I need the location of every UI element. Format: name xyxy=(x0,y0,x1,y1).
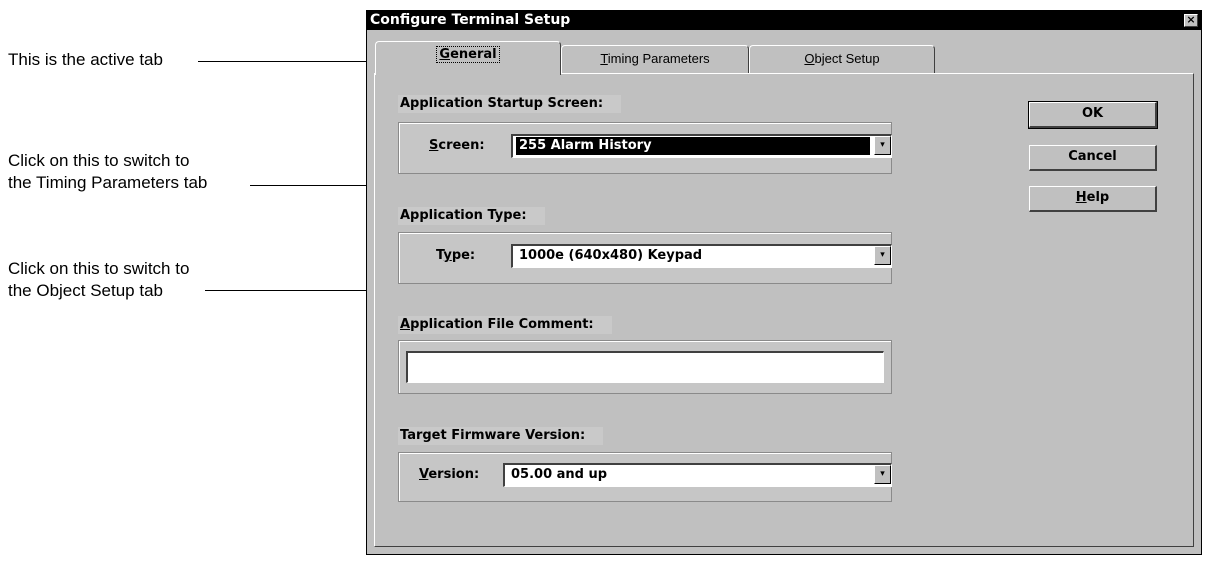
screen-value: 255 Alarm History xyxy=(516,137,870,155)
callout-object-line1: Click on this to switch to xyxy=(8,259,190,278)
tab-general-label: General xyxy=(436,46,500,63)
general-tab-panel: Application Startup Screen: Screen: 255 … xyxy=(374,73,1194,547)
tab-object-setup[interactable]: Object Setup xyxy=(749,45,935,73)
firmware-group-label: Target Firmware Version: xyxy=(398,427,604,445)
comment-group xyxy=(398,340,892,394)
screen-combobox[interactable]: 255 Alarm History ▾ xyxy=(511,134,892,158)
close-icon[interactable]: × xyxy=(1184,14,1198,27)
callout-active-tab: This is the active tab xyxy=(8,50,163,69)
tab-general[interactable]: General xyxy=(375,41,561,75)
window-title: Configure Terminal Setup xyxy=(370,12,571,28)
firmware-group: Version: 05.00 and up ▾ xyxy=(398,452,892,502)
title-bar: Configure Terminal Setup × xyxy=(367,11,1201,30)
version-combobox[interactable]: 05.00 and up ▾ xyxy=(503,463,892,487)
comment-input[interactable] xyxy=(406,351,884,383)
configure-terminal-setup-dialog: Configure Terminal Setup × General Timin… xyxy=(366,10,1202,555)
tab-object-setup-label: Object Setup xyxy=(804,51,880,66)
screen-label: Screen: xyxy=(429,138,485,153)
startup-screen-group-label: Application Startup Screen: xyxy=(398,95,622,113)
combo-dropdown-arrow-icon[interactable]: ▾ xyxy=(874,246,891,265)
callout-timing-line1: Click on this to switch to xyxy=(8,151,190,170)
tab-timing-parameters[interactable]: Timing Parameters xyxy=(561,45,749,73)
tab-timing-parameters-label: Timing Parameters xyxy=(600,51,710,66)
app-type-group: Type: 1000e (640x480) Keypad ▾ xyxy=(398,232,892,284)
version-value: 05.00 and up xyxy=(511,467,608,482)
type-combobox[interactable]: 1000e (640x480) Keypad ▾ xyxy=(511,244,892,268)
app-type-group-label: Application Type: xyxy=(398,207,545,225)
startup-screen-group: Screen: 255 Alarm History ▾ xyxy=(398,122,892,174)
version-label: Version: xyxy=(419,467,480,482)
combo-dropdown-arrow-icon[interactable]: ▾ xyxy=(874,136,891,155)
type-label: Type: xyxy=(436,248,476,263)
comment-group-label: Application File Comment: xyxy=(398,316,612,334)
callout-timing-line2: the Timing Parameters tab xyxy=(8,173,208,192)
callout-object-line2: the Object Setup tab xyxy=(8,281,163,300)
combo-dropdown-arrow-icon[interactable]: ▾ xyxy=(874,465,891,484)
type-value: 1000e (640x480) Keypad xyxy=(519,248,703,263)
